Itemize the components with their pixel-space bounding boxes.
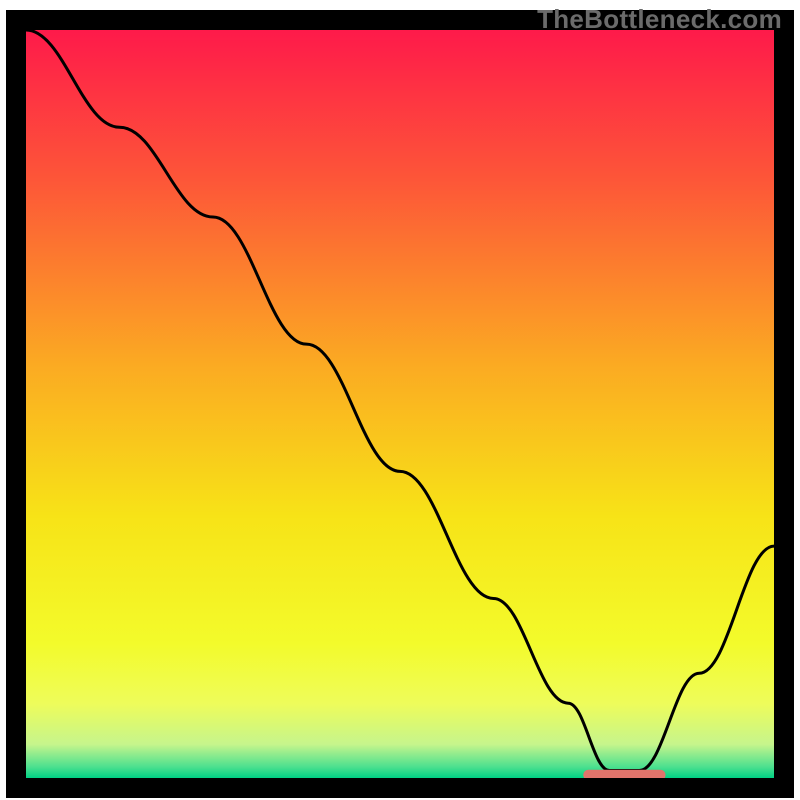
chart-container: TheBottleneck.com [0,0,800,800]
watermark-label: TheBottleneck.com [537,4,782,35]
bottleneck-chart [0,0,800,800]
gradient-background [26,30,774,778]
